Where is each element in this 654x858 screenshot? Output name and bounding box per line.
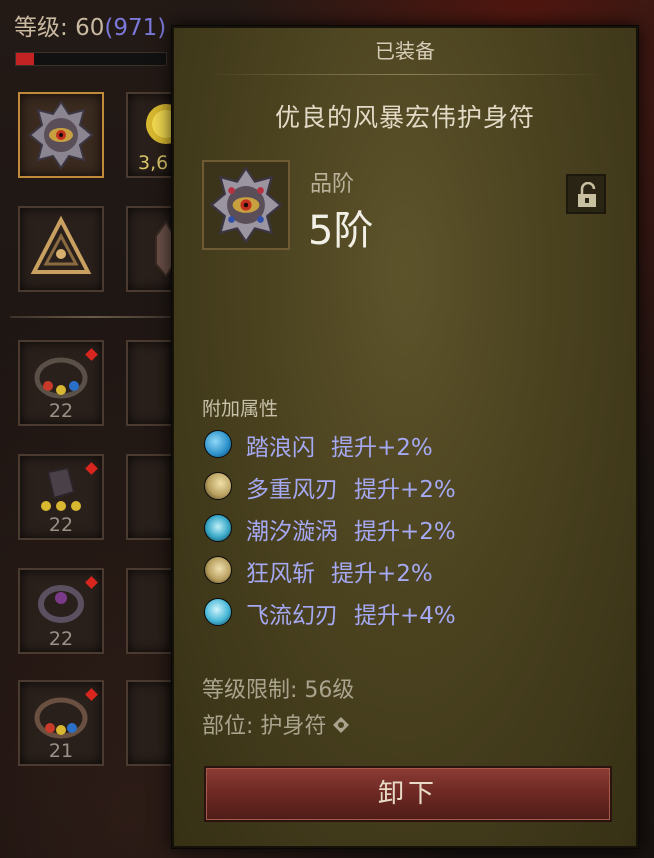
unequip-button[interactable]: 卸下 — [204, 766, 612, 822]
ring-slot-4[interactable]: 21 — [18, 680, 104, 766]
skill-bonus: 提升+2% — [331, 561, 433, 587]
lock-button[interactable] — [566, 174, 606, 214]
equipped-header: 已装备 — [375, 39, 435, 63]
ring-slot-2b[interactable] — [126, 454, 174, 540]
item-name: 优良的风暴宏伟护身符 — [274, 103, 535, 132]
gold-slot[interactable]: 3,6 — [126, 92, 176, 178]
player-level-display: 等级: 60(971) — [14, 8, 166, 42]
grade-label: 品阶 — [310, 172, 355, 197]
ring-icon — [34, 357, 88, 399]
skill-bonus: 提升+2% — [354, 519, 456, 545]
ring-icon — [41, 466, 81, 511]
grade-value: 5阶 — [308, 208, 374, 254]
ring-icon — [34, 697, 88, 739]
item-level: 21 — [48, 740, 74, 762]
item-tooltip: 已装备 优良的风暴宏伟护身符 品阶 5阶 附加属性 踏浪闪 提升+2% 多重风刃提… — [172, 26, 638, 848]
skill-bonus: 提升+2% — [331, 435, 433, 461]
equip-slot-info: 部位: 护身符 — [202, 708, 350, 740]
unlock-icon — [578, 182, 596, 207]
skill-bonus: 提升+2% — [354, 477, 456, 503]
skill-name: 踏浪闪 — [246, 435, 315, 461]
tide-vortex-icon — [204, 514, 232, 542]
attributes-title: 附加属性 — [202, 398, 279, 420]
amulet-slot[interactable] — [18, 92, 104, 178]
gold-coin-icon — [146, 104, 176, 144]
level-label: 等级: — [14, 15, 76, 41]
ring-slot-1[interactable]: 22 — [18, 340, 104, 426]
xp-bar — [15, 52, 167, 66]
level-requirement: 等级限制: 56级 — [202, 678, 355, 703]
item-icon-frame — [202, 160, 290, 250]
storm-amulet-icon — [209, 166, 283, 244]
gold-count: 3,6 — [138, 152, 169, 174]
item-level: 22 — [48, 514, 74, 536]
paragon-slot[interactable] — [18, 206, 104, 292]
gale-slash-icon — [204, 556, 232, 584]
ring-slot-4b[interactable] — [126, 680, 174, 766]
skill-name: 飞流幻刃 — [246, 603, 338, 629]
paragon-value: (971) — [104, 15, 167, 41]
amulet-icon — [28, 100, 94, 170]
spiked-gear-icon — [155, 220, 175, 278]
ring-slot-3b[interactable] — [126, 568, 174, 654]
multi-blade-icon — [204, 472, 232, 500]
skill-name: 多重风刃 — [246, 477, 338, 503]
item-level: 22 — [48, 628, 74, 650]
slot-label: 部位: 护身符 — [202, 714, 327, 739]
level-value: 60 — [75, 15, 105, 41]
ring-slot-2[interactable]: 22 — [18, 454, 104, 540]
item-level: 22 — [48, 400, 74, 422]
triangle-sigil-icon — [30, 215, 92, 274]
wave-dash-icon — [204, 430, 232, 458]
inventory-divider — [10, 316, 175, 318]
header-divider — [204, 74, 606, 75]
ring-slot-1b[interactable] — [126, 340, 174, 426]
ring-slot-3[interactable]: 22 — [18, 568, 104, 654]
skill-bonus: 提升+4% — [354, 603, 456, 629]
skill-name: 狂风斩 — [246, 561, 315, 587]
xp-bar-fill — [16, 53, 34, 65]
amulet-slot-icon — [332, 715, 350, 740]
skill-name: 潮汐漩涡 — [246, 519, 338, 545]
ring-icon — [38, 585, 84, 623]
gear-slot[interactable] — [126, 206, 175, 292]
flying-blade-icon — [204, 598, 232, 626]
